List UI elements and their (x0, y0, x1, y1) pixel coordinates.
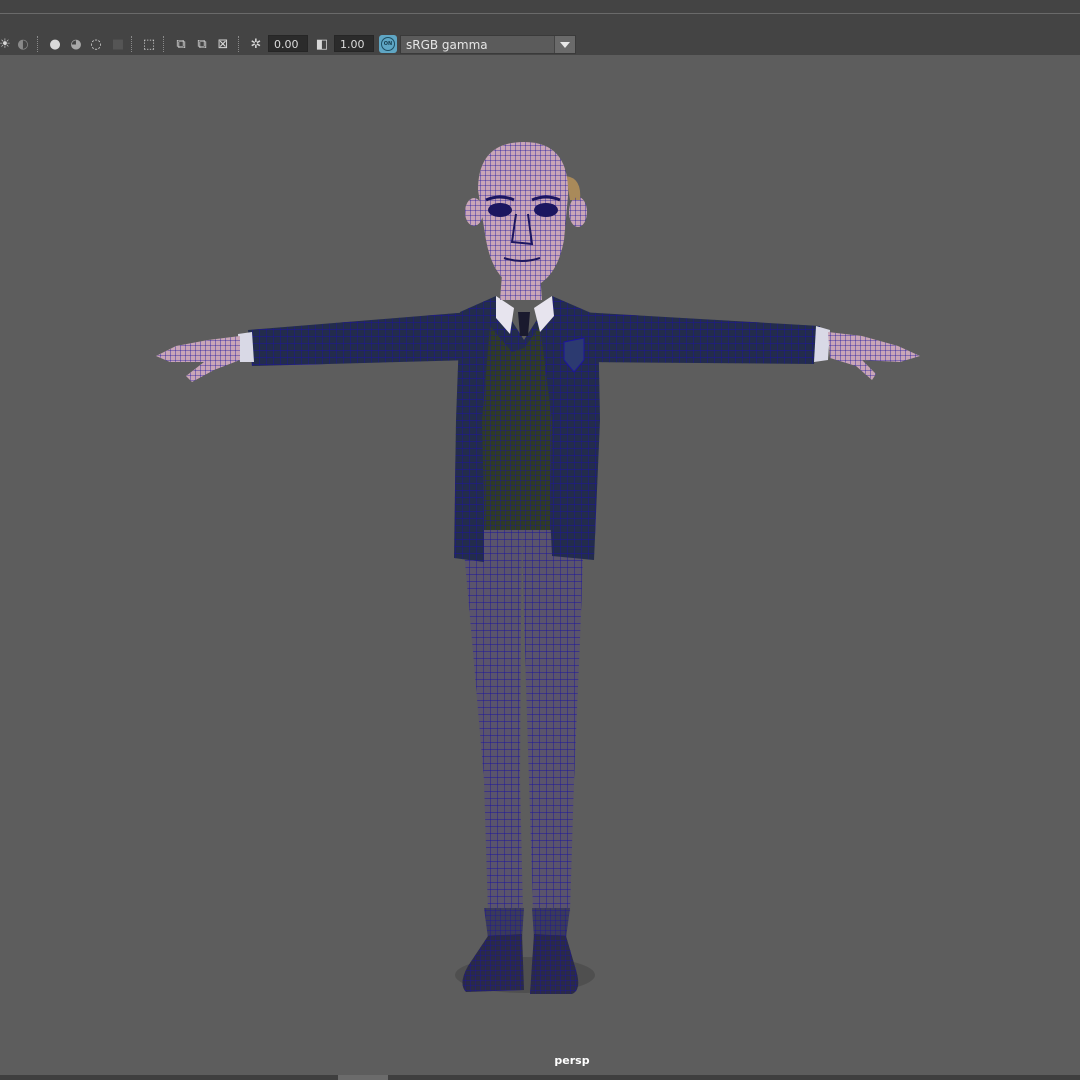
depth-of-field-icon[interactable]: ■ (109, 35, 127, 53)
head (465, 142, 587, 290)
light-icon[interactable]: ☀ (0, 35, 14, 53)
character-model[interactable] (0, 55, 1080, 1075)
toolbar-separator (238, 36, 241, 52)
gamma-icon[interactable]: ◧ (313, 35, 331, 53)
view-transform-dropdown[interactable]: sRGB gamma (400, 35, 576, 54)
gamma-field[interactable]: 1.00 (334, 35, 374, 52)
backface-icon[interactable]: ⊠ (214, 35, 232, 53)
isolate-select-icon[interactable]: ⬚ (140, 35, 158, 53)
viewport-panel[interactable] (0, 55, 1080, 1075)
bottom-bar-handle[interactable] (338, 1075, 388, 1080)
color-management-badge: ON (381, 37, 395, 51)
exposure-field[interactable]: 0.00 (268, 35, 308, 52)
bottom-bar (0, 1075, 1080, 1080)
trousers (462, 528, 584, 938)
view-transform-value: sRGB gamma (406, 38, 488, 52)
ambient-occlusion-icon[interactable]: ● (46, 35, 64, 53)
vest (482, 326, 552, 512)
shadow-icon[interactable]: ◐ (14, 35, 32, 53)
toolbar-separator (163, 36, 166, 52)
exposure-icon[interactable]: ✲ (247, 35, 265, 53)
motion-blur-icon[interactable]: ◕ (67, 35, 85, 53)
xray-icon[interactable]: ⧉ (172, 35, 190, 53)
color-management-toggle[interactable]: ON (379, 35, 397, 53)
camera-label: persp (554, 1054, 590, 1067)
toolbar-separator (37, 36, 40, 52)
shoes (462, 934, 579, 994)
xray-joints-icon[interactable]: ⧉ (193, 35, 211, 53)
antialiasing-icon[interactable]: ◌ (87, 35, 105, 53)
toolbar-separator (131, 36, 134, 52)
chevron-down-icon (554, 36, 575, 53)
viewport-toolbar: ☀ ◐ ● ◕ ◌ ■ ⬚ ⧉ ⧉ ⊠ ✲ 0.00 ◧ 1.00 ON sRG… (0, 14, 1080, 55)
top-strip (0, 0, 1080, 14)
